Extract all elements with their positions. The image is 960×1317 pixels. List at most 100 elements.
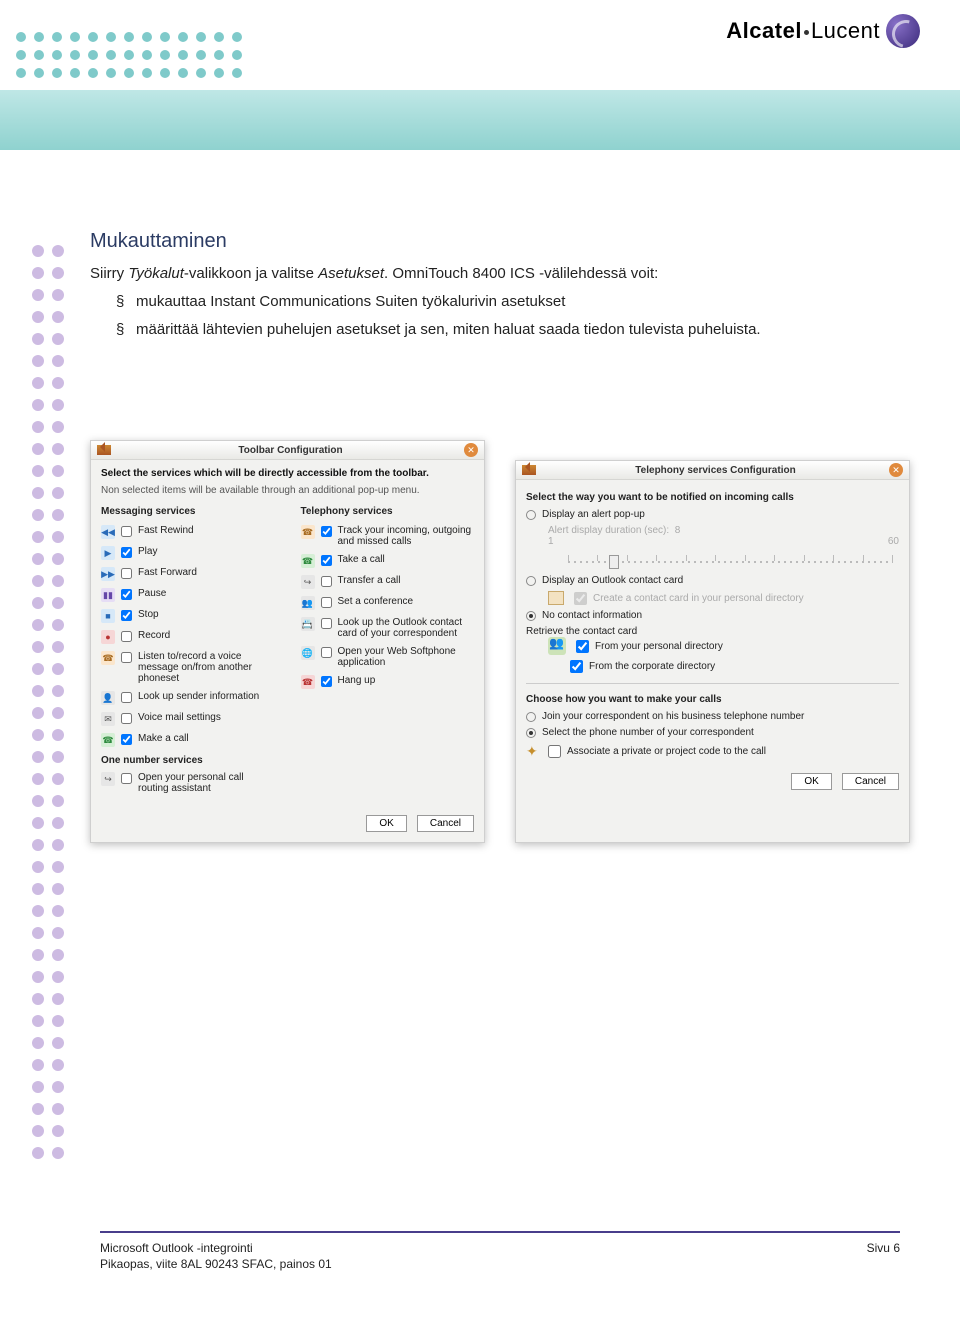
service-checkbox[interactable] (321, 526, 332, 537)
page: AlcatelLucent (0, 0, 960, 1317)
titlebar: Telephony services Configuration ✕ (516, 461, 909, 480)
service-checkbox[interactable] (321, 597, 332, 608)
retrieve-corporate-checkbox[interactable] (570, 660, 583, 673)
telephony-row: 📇Look up the Outlook contact card of you… (301, 617, 475, 639)
brand-text: AlcatelLucent (726, 18, 880, 44)
service-label: Pause (138, 588, 166, 599)
messaging-column: Messaging services ◀◀Fast Rewind▶Play▶▶F… (101, 506, 275, 801)
service-icon: 📇 (301, 617, 315, 631)
telephony-header: Telephony services (301, 506, 475, 517)
service-checkbox[interactable] (121, 526, 132, 537)
section-title: Mukauttaminen (90, 230, 900, 253)
service-icon: ▶ (101, 546, 115, 560)
intro-paragraph: Siirry Työkalut-valikkoon ja valitse Ase… (90, 265, 900, 282)
retrieve-block: From your personal directory From the co… (548, 637, 899, 673)
contact-card-icon (548, 591, 564, 605)
service-checkbox[interactable] (321, 576, 332, 587)
service-icon: 👤 (101, 691, 115, 705)
service-label: Fast Rewind (138, 525, 194, 536)
slider[interactable] (562, 549, 899, 569)
cancel-button[interactable]: Cancel (417, 815, 474, 832)
messaging-header: Messaging services (101, 506, 275, 517)
window-title: Toolbar Configuration (117, 445, 464, 456)
header-band (0, 90, 960, 150)
service-checkbox[interactable] (121, 713, 132, 724)
brand-logo: AlcatelLucent (726, 14, 920, 48)
routing-icon: ↪ (101, 772, 115, 786)
service-checkbox[interactable] (121, 568, 132, 579)
telephony-row: ☎ Hang up (301, 675, 475, 689)
service-checkbox[interactable] (121, 652, 132, 663)
notify-opt-outlook[interactable]: Display an Outlook contact card (526, 575, 899, 586)
slider-value: 8 (675, 525, 681, 536)
slider-thumb[interactable] (609, 555, 619, 569)
telephony-row: ☎ Take a call (301, 554, 475, 568)
service-icon: ☎ (301, 525, 315, 539)
one-number-label: Open your personal call routing assistan… (138, 772, 275, 794)
people-icon (548, 637, 566, 655)
retrieve-item-label: From the corporate directory (589, 661, 715, 672)
messaging-row: ● Record (101, 630, 275, 644)
notify-opt-alert[interactable]: Display an alert pop-up (526, 509, 899, 520)
service-checkbox[interactable] (121, 610, 132, 621)
slider-max: 60 (888, 536, 899, 547)
retrieve-personal-checkbox[interactable] (576, 640, 589, 653)
page-number: Sivu 6 (867, 1241, 900, 1271)
messaging-row: ☎Listen to/record a voice message on/fro… (101, 651, 275, 684)
ok-button[interactable]: OK (791, 773, 831, 790)
service-checkbox[interactable] (321, 647, 332, 658)
service-label: Look up sender information (138, 691, 259, 702)
notify-opt-none[interactable]: No contact information (526, 610, 899, 621)
service-label: Set a conference (338, 596, 414, 607)
service-icon: 🌐 (301, 646, 315, 660)
titlebar: Toolbar Configuration ✕ (91, 441, 484, 460)
create-card-row: Create a contact card in your personal d… (548, 591, 899, 605)
service-checkbox[interactable] (321, 676, 332, 687)
service-checkbox[interactable] (121, 692, 132, 703)
service-icon: ☎ (101, 733, 115, 747)
service-icon: ✉ (101, 712, 115, 726)
service-icon: ↪ (301, 575, 315, 589)
service-label: Play (138, 546, 157, 557)
service-label: Hang up (338, 675, 376, 686)
telephony-row: 🌐Open your Web Softphone application (301, 646, 475, 668)
associate-checkbox[interactable] (548, 745, 561, 758)
service-checkbox[interactable] (321, 555, 332, 566)
create-card-checkbox (574, 592, 587, 605)
service-checkbox[interactable] (121, 631, 132, 642)
footer: Microsoft Outlook -integrointi Pikaopas,… (100, 1231, 900, 1271)
service-label: Listen to/record a voice message on/from… (138, 651, 275, 684)
retrieve-header: Retrieve the contact card (526, 626, 899, 637)
toolbar-config-window: Toolbar Configuration ✕ Select the servi… (90, 440, 485, 843)
service-label: Stop (138, 609, 159, 620)
close-icon[interactable]: ✕ (464, 443, 478, 457)
service-checkbox[interactable] (121, 734, 132, 745)
service-label: Record (138, 630, 170, 641)
ok-button[interactable]: OK (366, 815, 406, 832)
service-icon: ● (101, 630, 115, 644)
brand-swirl-icon (886, 14, 920, 48)
associate-label: Associate a private or project code to t… (567, 746, 766, 757)
service-icon: ☎ (301, 554, 315, 568)
service-checkbox[interactable] (321, 618, 332, 629)
one-number-checkbox[interactable] (121, 773, 132, 784)
telephony-row: ↪Transfer a call (301, 575, 475, 589)
service-checkbox[interactable] (121, 547, 132, 558)
call-opt-business[interactable]: Join your correspondent on his business … (526, 711, 899, 722)
messaging-row: ▮▮ Pause (101, 588, 275, 602)
messaging-row: ✉Voice mail settings (101, 712, 275, 726)
close-icon[interactable]: ✕ (889, 463, 903, 477)
one-number-header: One number services (101, 755, 275, 766)
service-checkbox[interactable] (121, 589, 132, 600)
messaging-row: ▶▶Fast Forward (101, 567, 275, 581)
header: AlcatelLucent (0, 0, 960, 140)
service-icon: ☎ (301, 675, 315, 689)
app-flag-icon (522, 465, 536, 475)
telephony-column: Telephony services ☎Track your incoming,… (301, 506, 475, 801)
footer-line1: Microsoft Outlook -integrointi (100, 1241, 332, 1255)
service-label: Take a call (338, 554, 385, 565)
call-opt-select[interactable]: Select the phone number of your correspo… (526, 727, 899, 738)
instruction-subtext: Non selected items will be available thr… (101, 485, 474, 496)
cancel-button[interactable]: Cancel (842, 773, 899, 790)
service-icon: ▮▮ (101, 588, 115, 602)
